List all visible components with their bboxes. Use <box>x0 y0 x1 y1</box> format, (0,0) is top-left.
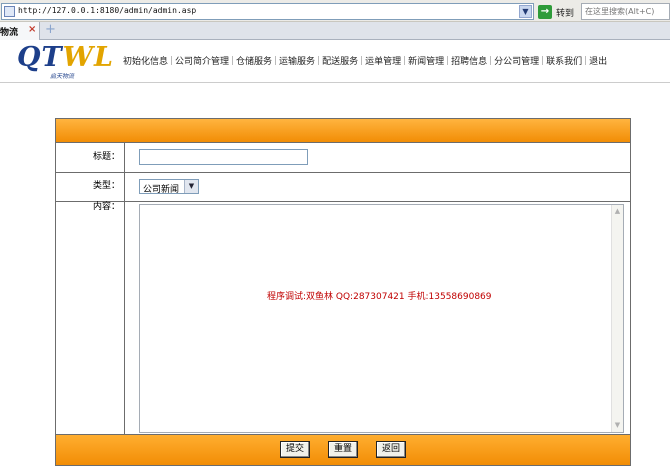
chevron-down-icon[interactable]: ▼ <box>519 5 532 18</box>
panel-header <box>56 119 630 143</box>
tab-active[interactable]: 物流 × <box>0 22 40 40</box>
logo: QTWL 启天物流 <box>17 42 113 81</box>
page-icon <box>4 6 15 17</box>
panel-footer: 提交 重置 返回 <box>56 435 630 465</box>
browser-address-bar: http://127.0.0.1:8180/admin/admin.asp ▼ … <box>0 0 670 22</box>
plus-icon[interactable]: + <box>44 23 57 37</box>
title-input[interactable] <box>139 149 308 165</box>
type-select[interactable]: 公司新闻 ▼ <box>139 179 199 195</box>
browser-tab-bar: 物流 × + <box>0 22 670 40</box>
logo-main: QT <box>17 42 63 73</box>
content-label: 内容： <box>56 202 125 434</box>
type-row: 类型： 公司新闻 ▼ <box>56 173 630 202</box>
tab-label: 物流 <box>0 28 19 38</box>
type-label: 类型： <box>56 173 125 201</box>
search-input[interactable] <box>582 4 669 19</box>
scroll-down-icon[interactable]: ▼ <box>612 420 623 431</box>
nav-item-branch[interactable]: 分公司管理 <box>491 54 542 67</box>
nav-item-init-info[interactable]: 初始化信息 <box>120 54 171 67</box>
search-box[interactable] <box>581 3 670 20</box>
textarea-scrollbar[interactable]: ▲ ▼ <box>611 205 623 432</box>
close-icon[interactable]: × <box>28 24 36 35</box>
debug-note: 程序调试:双鱼林 QQ:287307421 手机:13558690869 <box>267 292 492 302</box>
logo-text: QTWL <box>17 42 113 73</box>
nav-item-recruit[interactable]: 招聘信息 <box>448 54 490 67</box>
site-header: QTWL 启天物流 初始化信息 公司简介管理 仓储服务 运输服务 配送服务 运单… <box>0 40 670 83</box>
nav-item-delivery[interactable]: 配送服务 <box>319 54 361 67</box>
type-select-value: 公司新闻 <box>143 185 180 195</box>
content-row: 内容： 程序调试:双鱼林 QQ:287307421 手机:13558690869… <box>56 202 630 435</box>
news-form-panel: 标题： 类型： 公司新闻 ▼ 内容： 程序调试:双鱼林 QQ:287307421… <box>55 118 631 466</box>
scroll-up-icon[interactable]: ▲ <box>612 206 623 217</box>
address-field[interactable]: http://127.0.0.1:8180/admin/admin.asp ▼ <box>1 3 534 20</box>
go-label: 转到 <box>556 9 575 19</box>
nav-item-warehouse[interactable]: 仓储服务 <box>233 54 275 67</box>
submit-button[interactable]: 提交 <box>280 441 310 458</box>
back-button[interactable]: 返回 <box>376 441 406 458</box>
nav-item-news[interactable]: 新闻管理 <box>405 54 447 67</box>
content-textarea[interactable]: 程序调试:双鱼林 QQ:287307421 手机:13558690869 ▲ ▼ <box>139 204 624 433</box>
title-label: 标题： <box>56 143 125 172</box>
logo-subtitle: 启天物流 <box>50 73 75 80</box>
go-arrow-icon: → <box>538 5 552 19</box>
main-nav: 初始化信息 公司简介管理 仓储服务 运输服务 配送服务 运单管理 新闻管理 招聘… <box>120 53 610 67</box>
logo-accent: WL <box>62 42 114 73</box>
nav-item-company-intro[interactable]: 公司简介管理 <box>172 54 232 67</box>
go-button[interactable]: → 转到 <box>538 4 578 20</box>
nav-item-contact[interactable]: 联系我们 <box>543 54 585 67</box>
address-url[interactable]: http://127.0.0.1:8180/admin/admin.asp <box>18 6 196 15</box>
nav-item-waybill[interactable]: 运单管理 <box>362 54 404 67</box>
chevron-down-icon[interactable]: ▼ <box>184 180 198 193</box>
reset-button[interactable]: 重置 <box>328 441 358 458</box>
title-row: 标题： <box>56 143 630 173</box>
nav-item-transport[interactable]: 运输服务 <box>276 54 318 67</box>
nav-item-logout[interactable]: 退出 <box>586 54 610 67</box>
